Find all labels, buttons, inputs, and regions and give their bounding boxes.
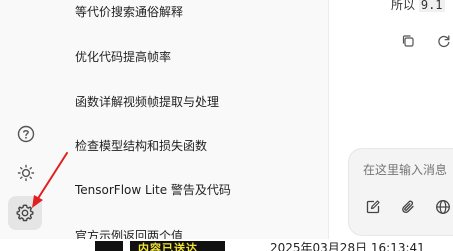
answer-text: 所以 [391,0,416,12]
conversation-item[interactable]: 检查模型结构和损失函数 [75,138,325,154]
help-button[interactable] [13,121,39,147]
attach-icon [402,200,414,214]
edit-icon [366,200,380,214]
theme-icon [17,164,35,182]
settings-button[interactable] [8,196,42,230]
conversation-item[interactable]: 等代价搜索通俗解释 [75,4,325,20]
conversation-item[interactable]: TensorFlow Lite 警告及代码 [75,182,325,198]
inline-code: 9.1 [418,0,445,12]
copy-button[interactable] [399,32,417,50]
edit-button[interactable] [363,197,383,217]
timestamp: 2025年03月28日 16:13:41 [270,241,425,251]
web-search-button[interactable] [433,197,453,217]
settings-icon [16,204,34,222]
conversation-list: 等代价搜索通俗解释 优化代码提高帧率 函数详解视频帧提取与处理 检查模型结构和损… [52,0,329,251]
conversation-item[interactable]: 函数详解视频帧提取与处理 [75,94,325,110]
chat-panel: 所以 9.1 [329,0,453,251]
copy-icon [402,35,414,47]
background-image-block [95,241,123,251]
attach-button[interactable] [398,197,418,217]
message-composer [348,148,453,236]
regenerate-button[interactable] [435,32,453,50]
theme-toggle-button[interactable] [13,160,39,186]
message-input[interactable] [363,163,453,177]
assistant-message: 所以 9.1 [391,0,445,13]
globe-icon [436,200,450,214]
background-window-strip: 内容已送达 2025年03月28日 16:13:41 [0,239,453,251]
overlay-caption: 内容已送达 [138,242,198,251]
help-icon [17,125,35,143]
conversation-item[interactable]: 优化代码提高帧率 [75,49,325,65]
app-window: 等代价搜索通俗解释 优化代码提高帧率 函数详解视频帧提取与处理 检查模型结构和损… [0,0,453,251]
regenerate-icon [438,35,450,48]
icon-rail [0,0,52,251]
